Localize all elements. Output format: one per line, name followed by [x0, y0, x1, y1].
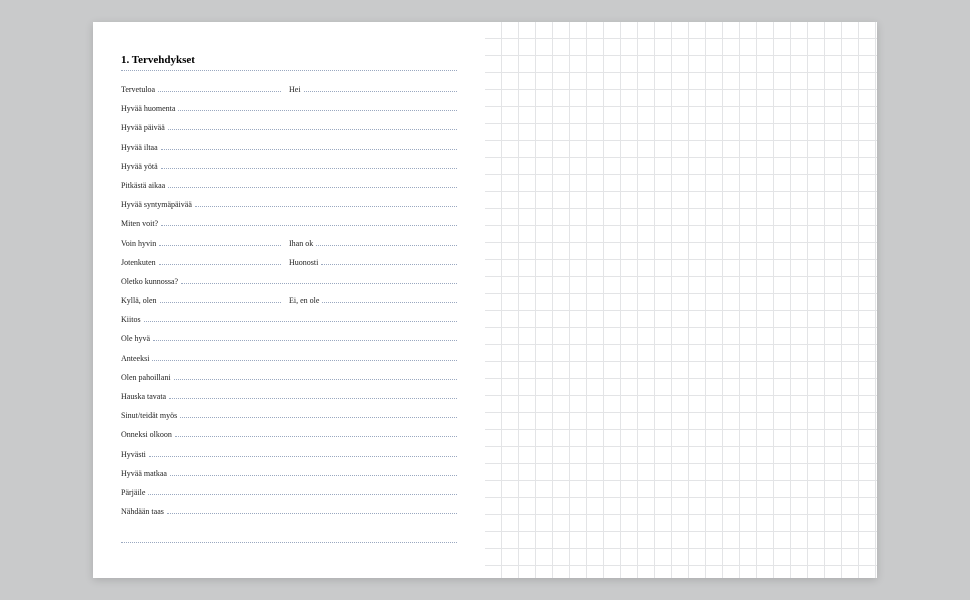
vocab-row: Oletko kunnossa? [121, 277, 457, 296]
vocab-row: Sinut/teidät myös [121, 411, 457, 430]
fill-line [161, 220, 457, 226]
term: Hyvää matkaa [121, 469, 170, 478]
fill-line [175, 431, 457, 437]
vocab-row: Pitkästä aikaa [121, 181, 457, 200]
term: Kiitos [121, 315, 144, 324]
fill-line [181, 278, 457, 284]
term: Ihan ok [289, 239, 316, 248]
vocab-row: Hyvästi [121, 450, 457, 469]
vocab-row: Hyvää matkaa [121, 469, 457, 488]
term: Hyvää syntymäpäivää [121, 200, 195, 209]
fill-line [170, 470, 457, 476]
vocab-row: Onneksi olkoon [121, 430, 457, 449]
vocab-row: Nähdään taas [121, 507, 457, 526]
fill-line [178, 105, 457, 111]
term: Anteeksi [121, 354, 152, 363]
col-right: Ihan ok [289, 239, 457, 248]
col-right: Huonosti [289, 258, 457, 267]
fill-line [152, 355, 457, 361]
end-rule [121, 542, 457, 543]
right-page-grid [485, 22, 877, 578]
fill-line [174, 374, 457, 380]
term: Hyvää päivää [121, 123, 168, 132]
fill-line [316, 240, 457, 246]
term: Onneksi olkoon [121, 430, 175, 439]
col-left: Tervetuloa [121, 85, 289, 94]
fill-line [159, 259, 281, 265]
term: Hyvää yötä [121, 162, 161, 171]
term: Hyvää huomenta [121, 104, 178, 113]
term: Tervetuloa [121, 85, 158, 94]
fill-line [168, 124, 457, 130]
fill-line [158, 86, 281, 92]
vocab-row: Hyvää syntymäpäivää [121, 200, 457, 219]
fill-line [195, 201, 457, 207]
vocab-row: Olen pahoillani [121, 373, 457, 392]
term: Jotenkuten [121, 258, 159, 267]
fill-line [148, 489, 457, 495]
term: Ei, en ole [289, 296, 322, 305]
vocab-row: Hauska tavata [121, 392, 457, 411]
fill-line [168, 182, 457, 188]
fill-line [321, 259, 457, 265]
term: Olen pahoillani [121, 373, 174, 382]
col-left: Voin hyvin [121, 239, 289, 248]
vocab-row: Hyvää yötä [121, 162, 457, 181]
fill-line [161, 163, 457, 169]
term: Voin hyvin [121, 239, 159, 248]
col-left: Kyllä, olen [121, 296, 289, 305]
vocab-row: Anteeksi [121, 354, 457, 373]
fill-line [167, 508, 457, 514]
vocab-row: Jotenkuten Huonosti [121, 258, 457, 277]
term: Nähdään taas [121, 507, 167, 516]
fill-line [304, 86, 457, 92]
term: Sinut/teidät myös [121, 411, 180, 420]
vocab-row: Hyvää päivää [121, 123, 457, 142]
fill-line [153, 335, 457, 341]
term: Pärjäile [121, 488, 148, 497]
term: Pitkästä aikaa [121, 181, 168, 190]
heading-rule [121, 70, 457, 71]
fill-line [144, 316, 457, 322]
section-heading: 1. Tervehdykset [121, 54, 457, 66]
fill-line [322, 297, 457, 303]
term: Oletko kunnossa? [121, 277, 181, 286]
vocab-row: Kiitos [121, 315, 457, 334]
col-right: Hei [289, 85, 457, 94]
col-right: Ei, en ole [289, 296, 457, 305]
vocab-row: Voin hyvin Ihan ok [121, 239, 457, 258]
book-spread: 1. Tervehdykset Tervetuloa Hei Hyvää huome… [93, 22, 877, 578]
vocab-row: Kyllä, olen Ei, en ole [121, 296, 457, 315]
term: Huonosti [289, 258, 321, 267]
vocab-row: Hyvää huomenta [121, 104, 457, 123]
col-left: Jotenkuten [121, 258, 289, 267]
term: Hyvää iltaa [121, 143, 161, 152]
left-page: 1. Tervehdykset Tervetuloa Hei Hyvää huome… [93, 22, 485, 578]
vocab-row: Tervetuloa Hei [121, 85, 457, 104]
term: Hauska tavata [121, 392, 169, 401]
fill-line [160, 297, 281, 303]
term: Hei [289, 85, 304, 94]
vocabulary-list: Tervetuloa Hei Hyvää huomenta Hyvää päivää H… [121, 85, 457, 526]
term: Hyvästi [121, 450, 149, 459]
fill-line [169, 393, 457, 399]
vocab-row: Miten voit? [121, 219, 457, 238]
fill-line [180, 412, 457, 418]
fill-line [149, 451, 457, 457]
term: Miten voit? [121, 219, 161, 228]
term: Ole hyvä [121, 334, 153, 343]
vocab-row: Hyvää iltaa [121, 143, 457, 162]
term: Kyllä, olen [121, 296, 160, 305]
vocab-row: Ole hyvä [121, 334, 457, 353]
fill-line [161, 144, 457, 150]
vocab-row: Pärjäile [121, 488, 457, 507]
fill-line [159, 240, 281, 246]
